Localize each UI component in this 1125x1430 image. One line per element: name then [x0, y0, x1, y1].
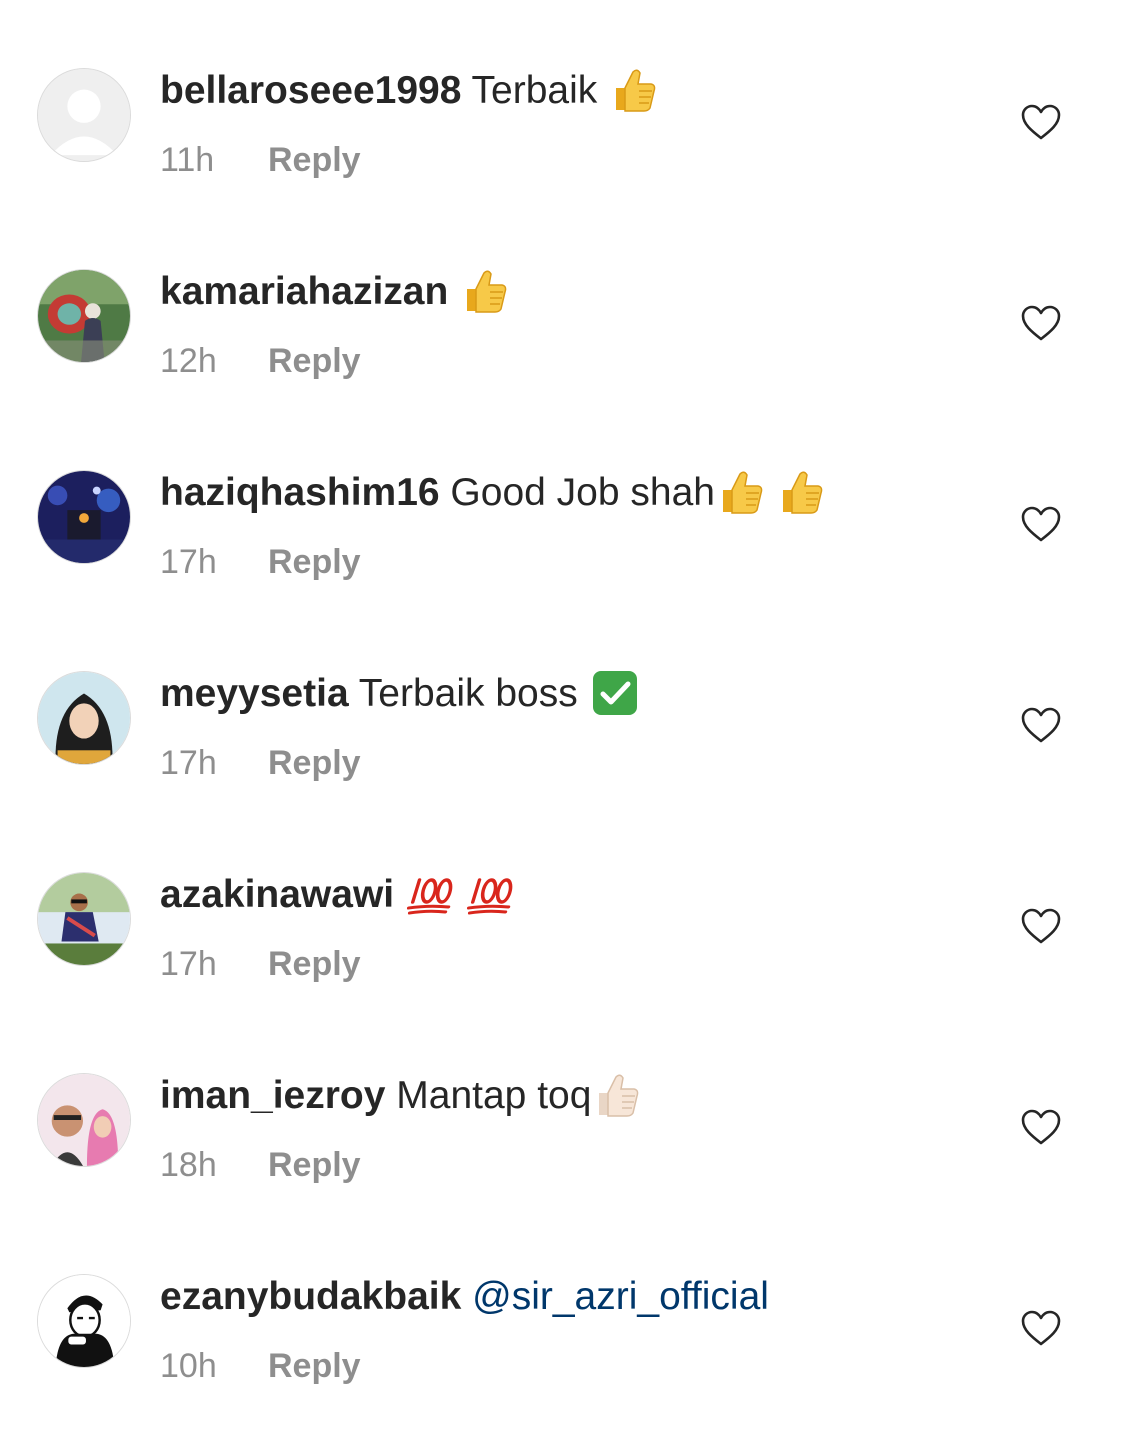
comment-line: haziqhashim16 Good Job shah [160, 466, 827, 520]
comment-item: meyysetia Terbaik boss 17h Reply [0, 603, 1125, 804]
hundred-points-emoji-icon [405, 868, 457, 920]
comment-username[interactable]: azakinawawi [160, 873, 394, 916]
heart-outline-icon[interactable] [1020, 1108, 1062, 1146]
thumbs-up-emoji-icon [715, 466, 767, 518]
comment-text: Mantap toq [385, 1074, 592, 1117]
emoji-row [715, 463, 827, 518]
reply-button[interactable]: Reply [268, 741, 361, 785]
profile-photo-icon [38, 471, 130, 563]
avatar[interactable] [37, 470, 131, 564]
comment-line: kamariahazizan [160, 265, 511, 319]
comment-time: 18h [160, 1146, 217, 1184]
comment-text: Terbaik boss [348, 672, 589, 715]
comment-username[interactable]: bellaroseee1998 [160, 69, 461, 112]
comment-username[interactable]: iman_iezroy [160, 1074, 385, 1117]
comment-line: iman_iezroy Mantap toq [160, 1069, 643, 1123]
reply-button[interactable]: Reply [268, 1143, 361, 1187]
thumbs-up-emoji-icon [591, 1069, 643, 1121]
profile-photo-icon [38, 873, 130, 965]
profile-photo-icon [38, 1074, 130, 1166]
comment-time: 17h [160, 744, 217, 782]
emoji-row [589, 664, 641, 719]
heart-outline-icon[interactable] [1020, 907, 1062, 945]
comment-text: Good Job shah [439, 471, 715, 514]
comment-time: 11h [160, 141, 215, 179]
heart-outline-icon[interactable] [1020, 1309, 1062, 1347]
comment-line: meyysetia Terbaik boss [160, 667, 641, 721]
comment-time: 12h [160, 342, 217, 380]
emoji-row [459, 262, 511, 317]
reply-button[interactable]: Reply [268, 540, 361, 584]
thumbs-up-emoji-icon [459, 265, 511, 317]
default-avatar-icon [38, 69, 130, 161]
comment-item: bellaroseee1998 Terbaik 11h Reply [0, 0, 1125, 201]
reply-button[interactable]: Reply [268, 138, 361, 182]
avatar[interactable] [37, 1274, 131, 1368]
check-mark-button-emoji-icon [589, 667, 641, 719]
comment-username[interactable]: meyysetia [160, 672, 349, 715]
comment-username[interactable]: kamariahazizan [160, 270, 448, 313]
comment-item: kamariahazizan 12h Reply [0, 201, 1125, 402]
comment-meta: 10h Reply [160, 1344, 361, 1388]
comment-time: 10h [160, 1347, 217, 1385]
comment-meta: 18h Reply [160, 1143, 361, 1187]
comment-time: 17h [160, 543, 217, 581]
mention-link[interactable]: @sir_azri_official [472, 1275, 769, 1318]
reply-button[interactable]: Reply [268, 339, 361, 383]
comment-username[interactable]: ezanybudakbaik [160, 1275, 461, 1318]
comment-item: ezanybudakbaik @sir_azri_official 10h Rep… [0, 1206, 1125, 1407]
comment-text [394, 873, 405, 916]
comment-meta: 17h Reply [160, 942, 361, 986]
comment-line: azakinawawi [160, 868, 517, 922]
avatar[interactable] [37, 68, 131, 162]
comment-item: azakinawawi 17h Reply [0, 804, 1125, 1005]
profile-photo-icon [38, 672, 130, 764]
comment-time: 17h [160, 945, 217, 983]
profile-photo-icon [38, 270, 130, 362]
comment-text: Terbaik [461, 69, 609, 112]
avatar[interactable] [37, 872, 131, 966]
heart-outline-icon[interactable] [1020, 103, 1062, 141]
comment-line: ezanybudakbaik @sir_azri_official [160, 1270, 769, 1324]
avatar[interactable] [37, 269, 131, 363]
comment-item: iman_iezroy Mantap toq 18h Reply [0, 1005, 1125, 1206]
comment-meta: 11h Reply [160, 138, 361, 182]
heart-outline-icon[interactable] [1020, 304, 1062, 342]
comment-item: haziqhashim16 Good Job shah 17h Reply [0, 402, 1125, 603]
avatar[interactable] [37, 671, 131, 765]
hundred-points-emoji-icon [465, 868, 517, 920]
thumbs-up-emoji-icon [608, 64, 660, 116]
illustration-avatar-icon [38, 1275, 130, 1367]
thumbs-up-emoji-icon [775, 466, 827, 518]
emoji-row [405, 865, 517, 920]
heart-outline-icon[interactable] [1020, 505, 1062, 543]
reply-button[interactable]: Reply [268, 1344, 361, 1388]
avatar[interactable] [37, 1073, 131, 1167]
comment-line: bellaroseee1998 Terbaik [160, 64, 660, 118]
comment-meta: 17h Reply [160, 741, 361, 785]
comment-username[interactable]: haziqhashim16 [160, 471, 440, 514]
comment-meta: 17h Reply [160, 540, 361, 584]
emoji-row [591, 1066, 643, 1121]
comment-text [461, 1275, 472, 1318]
emoji-row [608, 61, 660, 116]
comment-list: bellaroseee1998 Terbaik 11h Reply kamari… [0, 0, 1125, 1430]
comment-meta: 12h Reply [160, 339, 361, 383]
heart-outline-icon[interactable] [1020, 706, 1062, 744]
comment-text [448, 270, 459, 313]
reply-button[interactable]: Reply [268, 942, 361, 986]
